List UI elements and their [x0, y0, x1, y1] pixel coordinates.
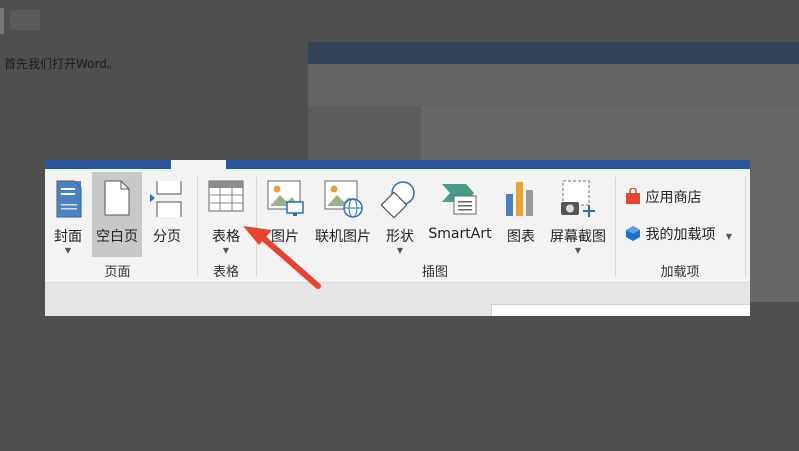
annotation-arrow-icon	[243, 226, 321, 289]
